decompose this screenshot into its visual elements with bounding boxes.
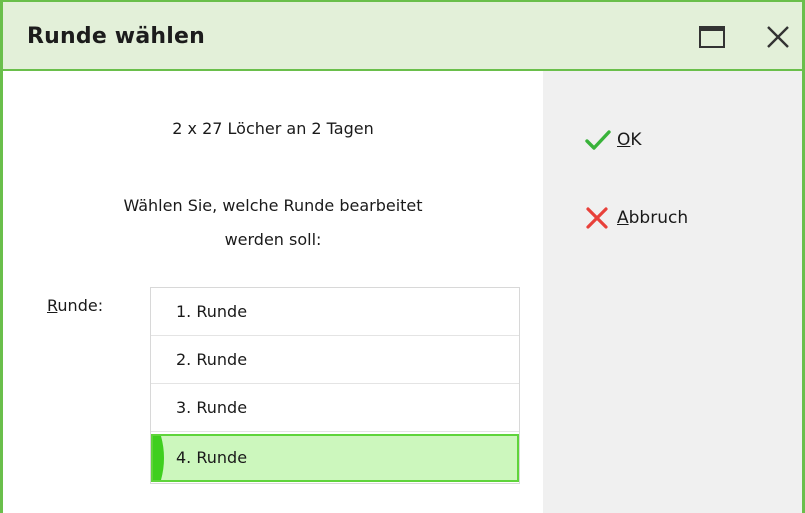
ok-label: OK — [617, 130, 642, 150]
title-bar: Runde wählen — [3, 2, 802, 71]
maximize-icon — [699, 26, 725, 48]
prompt-line-1: Wählen Sie, welche Runde bearbeitet — [123, 196, 423, 215]
dialog-title: Runde wählen — [27, 24, 205, 49]
cancel-mnemonic: A — [617, 208, 629, 228]
cancel-button[interactable]: Abbruch — [585, 201, 688, 235]
checkmark-icon — [585, 127, 611, 153]
dialog-window: Runde wählen 2 x 27 Löcher an 2 Tagen Wä… — [0, 0, 805, 513]
action-panel: OK Abbruch — [543, 71, 802, 513]
list-item-label: 4. Runde — [176, 448, 248, 467]
round-listbox[interactable]: 1. Runde 2. Runde 3. Runde 4. Runde — [150, 287, 520, 484]
ok-mnemonic: O — [617, 130, 631, 150]
runde-label-mnemonic: R — [47, 296, 58, 315]
cross-icon — [585, 205, 611, 231]
list-item-selected[interactable]: 4. Runde — [151, 434, 519, 482]
list-item[interactable]: 1. Runde — [151, 288, 519, 336]
maximize-button[interactable] — [695, 22, 729, 52]
ok-label-text: K — [630, 130, 642, 150]
cancel-label-text: bbruch — [628, 208, 689, 228]
selection-marker-icon — [153, 436, 164, 480]
list-item-label: 2. Runde — [176, 350, 248, 369]
cancel-label: Abbruch — [617, 208, 688, 228]
ok-button[interactable]: OK — [585, 123, 642, 157]
list-item-label: 3. Runde — [176, 398, 248, 417]
close-icon — [767, 26, 789, 48]
main-panel: 2 x 27 Löcher an 2 Tagen Wählen Sie, wel… — [3, 71, 543, 513]
prompt-text: Wählen Sie, welche Runde bearbeitet werd… — [3, 189, 543, 257]
runde-label-text: unde: — [57, 296, 104, 315]
close-button[interactable] — [761, 22, 795, 52]
runde-label: Runde: — [47, 296, 103, 315]
list-item-label: 1. Runde — [176, 302, 248, 321]
prompt-line-2: werden soll: — [224, 230, 322, 249]
info-text: 2 x 27 Löcher an 2 Tagen — [172, 119, 374, 138]
list-item[interactable]: 2. Runde — [151, 336, 519, 384]
list-item[interactable]: 3. Runde — [151, 384, 519, 432]
